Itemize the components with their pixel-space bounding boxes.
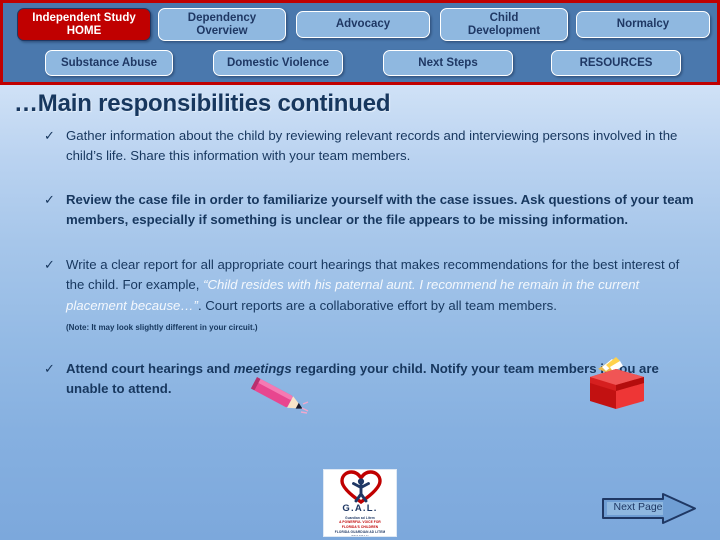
gal-heart-figure-icon	[340, 470, 382, 504]
nav-button-substance-abuse[interactable]: Substance Abuse	[45, 50, 173, 76]
bullet-gather-information-text: Gather information about the child by re…	[66, 128, 678, 164]
checkmark-icon: ✓	[44, 360, 55, 376]
gal-logo-line5: PROGRAM	[351, 534, 369, 537]
gal-logo-name: G.A.L.	[342, 503, 378, 514]
gal-logo-tagline: Guardian ad Litem A POWERFUL VOICE FOR F…	[324, 516, 396, 537]
checkmark-icon: ✓	[44, 191, 55, 207]
gal-logo-line4: FLORIDA GUARDIAN AD LITEM	[334, 529, 386, 534]
next-page-button[interactable]: Next Page	[601, 493, 697, 524]
bullet-attend-hearings: ✓ Attend court hearings and meetings reg…	[44, 359, 694, 400]
bullet-attend-hearings-italic: meetings	[233, 360, 292, 376]
checkmark-icon: ✓	[44, 256, 55, 272]
bullet-gather-information: ✓ Gather information about the child by …	[44, 126, 694, 167]
nav-button-child-development-line2: Development	[467, 24, 541, 37]
bullet-write-report: ✓ Write a clear report for all appropria…	[44, 255, 694, 337]
nav-button-child-development-line1: Child	[489, 11, 519, 24]
nav-button-resources[interactable]: RESOURCES	[551, 50, 681, 76]
nav-button-child-development[interactable]: Child Development	[440, 8, 568, 41]
nav-button-home-line2: HOME	[66, 24, 102, 37]
slide-body: ✓ Gather information about the child by …	[44, 126, 694, 400]
nav-button-normalcy[interactable]: Normalcy	[576, 11, 710, 38]
bullet-attend-hearings-part1: Attend court hearings and	[66, 360, 234, 376]
navigation-bar: Independent Study HOME Dependency Overvi…	[0, 0, 720, 85]
checkmark-icon: ✓	[44, 128, 55, 143]
nav-button-resources-label: RESOURCES	[579, 56, 653, 69]
bullet-write-report-part2: . Court reports are a collaborative effo…	[197, 297, 557, 313]
nav-button-home-line1: Independent Study	[32, 11, 136, 24]
nav-button-domestic-violence[interactable]: Domestic Violence	[213, 50, 343, 76]
nav-button-substance-abuse-label: Substance Abuse	[60, 56, 158, 69]
nav-button-dependency-line1: Dependency	[187, 11, 257, 24]
bullet-review-case-file: ✓ Review the case file in order to famil…	[44, 190, 694, 231]
slide-title: …Main responsibilities continued	[14, 90, 391, 117]
nav-button-normalcy-label: Normalcy	[616, 18, 670, 31]
nav-button-advocacy[interactable]: Advocacy	[296, 11, 430, 38]
gal-logo: G.A.L. Guardian ad Litem A POWERFUL VOIC…	[323, 469, 397, 537]
nav-button-dependency-overview[interactable]: Dependency Overview	[158, 8, 286, 41]
nav-button-domestic-violence-label: Domestic Violence	[226, 56, 330, 69]
slide: Independent Study HOME Dependency Overvi…	[0, 0, 720, 540]
nav-button-dependency-line2: Overview	[196, 24, 248, 37]
nav-button-advocacy-label: Advocacy	[335, 18, 391, 31]
next-page-label: Next Page	[613, 501, 663, 513]
nav-button-independent-study-home[interactable]: Independent Study HOME	[17, 8, 151, 41]
nav-button-next-steps-label: Next Steps	[418, 56, 478, 69]
bullet-review-case-file-text: Review the case file in order to familia…	[66, 191, 694, 228]
nav-button-next-steps[interactable]: Next Steps	[383, 50, 513, 76]
bullet-write-report-note: (Note: It may look slightly different in…	[66, 323, 258, 333]
